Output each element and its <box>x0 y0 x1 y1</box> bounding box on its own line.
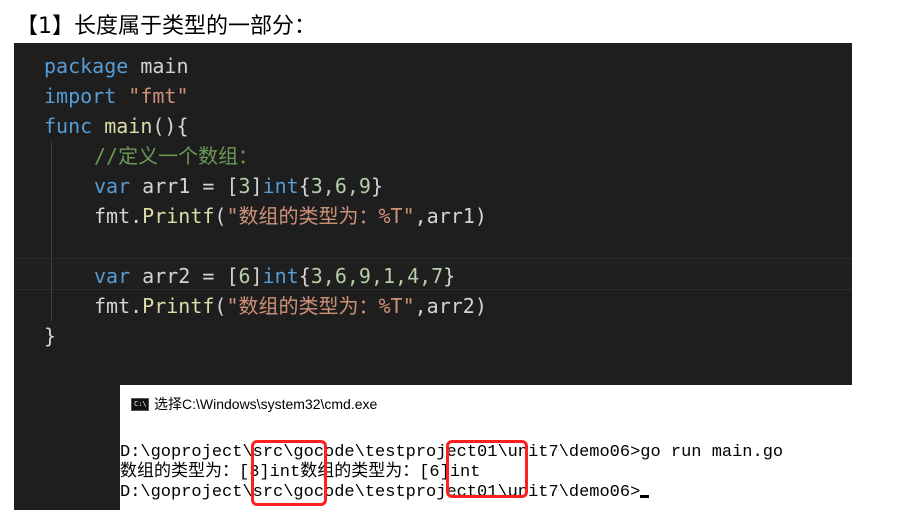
keyword: package <box>44 54 129 78</box>
code-line-1: package main <box>44 51 189 81</box>
code-text: (){ <box>152 114 189 138</box>
page-heading: 【1】长度属于类型的一部分： <box>16 14 316 39</box>
keyword: import <box>44 84 117 108</box>
code-text: fmt. <box>94 294 143 318</box>
function-name: Printf <box>142 204 215 228</box>
code-text: ( <box>214 204 227 228</box>
code-line-6: fmt.Printf("数组的类型为：%T",arr1) <box>44 201 487 231</box>
code-line-8: var arr2 = [6]int{3,6,9,1,4,7} <box>44 261 455 291</box>
code-text: arr2 = [ <box>130 264 239 288</box>
code-line-10: } <box>44 321 56 351</box>
cmd-titlebar[interactable]: C:\ 选择C:\Windows\system32\cmd.exe <box>120 385 923 423</box>
code-text: ] <box>250 174 263 198</box>
function-name: Printf <box>142 294 215 318</box>
keyword: func <box>44 114 93 138</box>
code-line-5: var arr1 = [3]int{3,6,9} <box>44 171 383 201</box>
string-literal: "数组的类型为：%T" <box>226 294 415 318</box>
number-literal: 3,6,9 <box>310 174 371 198</box>
code-line-9: fmt.Printf("数组的类型为：%T",arr2) <box>44 291 487 321</box>
number-literal: 3 <box>238 174 251 198</box>
keyword: var <box>94 174 131 198</box>
code-text: } <box>443 264 456 288</box>
number-literal: 3,6,9,1,4,7 <box>310 264 444 288</box>
code-text: { <box>298 264 311 288</box>
code-text: ] <box>250 264 263 288</box>
console-window-icon: C:\ <box>131 398 149 411</box>
closing-brace: } <box>44 324 57 348</box>
code-line-4: //定义一个数组： <box>44 141 258 171</box>
highlight-box-6-int <box>446 440 528 498</box>
string-literal: "fmt" <box>116 84 189 108</box>
code-text: } <box>370 174 384 198</box>
code-text: ( <box>214 294 227 318</box>
code-text: { <box>298 174 311 198</box>
console-prompt: D:\goproject\src\gocode\testproject01\un… <box>120 483 641 502</box>
function-name: main <box>92 114 153 138</box>
string-literal: "数组的类型为：%T" <box>226 204 415 228</box>
highlight-box-src-3-int <box>251 440 327 506</box>
code-line-2: import "fmt" <box>44 81 189 111</box>
code-text: ,arr2) <box>414 294 487 318</box>
code-line-3: func main(){ <box>44 111 189 141</box>
code-text: main <box>128 54 189 78</box>
code-text: ,arr1) <box>414 204 487 228</box>
comment: //定义一个数组： <box>94 144 259 168</box>
cmd-title: 选择C:\Windows\system32\cmd.exe <box>154 396 378 412</box>
number-literal: 6 <box>238 264 251 288</box>
text-cursor <box>640 495 650 498</box>
code-text: fmt. <box>94 204 143 228</box>
keyword: var <box>94 264 131 288</box>
type-name: int <box>262 174 299 198</box>
type-name: int <box>262 264 299 288</box>
code-text: arr1 = [ <box>130 174 239 198</box>
